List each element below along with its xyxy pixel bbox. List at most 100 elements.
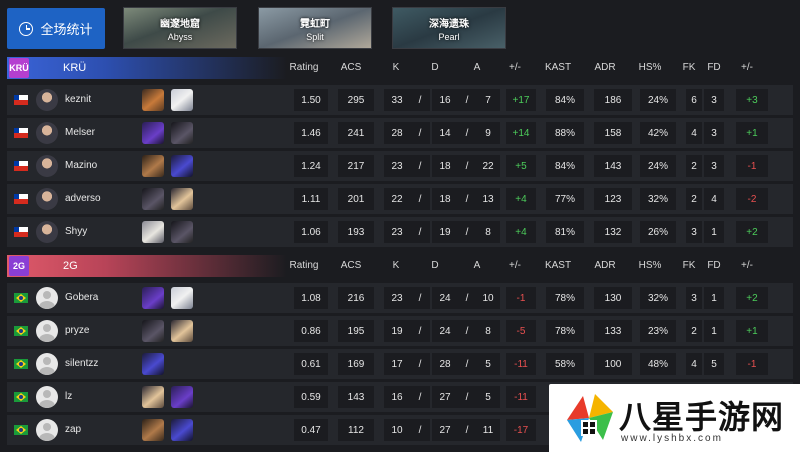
stat-slash2: / [458,221,476,243]
brazil-flag-icon [14,359,28,369]
stat-pm: -17 [506,419,536,441]
stat-acs: 295 [338,89,374,111]
map-tab-pearl[interactable]: 深海遗珠 Pearl [392,7,506,49]
player-avatar [36,188,58,210]
stat-a: 22 [476,155,500,177]
stat-fd: 5 [704,353,724,375]
stat-k: 17 [384,353,410,375]
stat-kast: 81% [546,221,584,243]
agent-icon [171,188,193,210]
stat-rating: 1.08 [294,287,328,309]
player-row[interactable]: Melser 1.46 241 28/14/9 +14 88% 158 42% 4 3 +1 [7,118,793,148]
column-header: K [392,260,400,271]
watermark-url: www.lyshbx.com [621,433,723,444]
stat-slash1: / [410,89,430,111]
player-name[interactable]: Melser [65,127,95,138]
chile-flag-icon [14,194,28,204]
player-name[interactable]: lz [65,391,72,402]
brazil-flag-icon [14,425,28,435]
player-name[interactable]: adverso [65,193,101,204]
stat-k: 33 [384,89,410,111]
map-tab-abyss[interactable]: 幽邃地窟 Abyss [123,7,237,49]
player-row[interactable]: pryze 0.86 195 19/24/8 -5 78% 133 23% 2 1 +1 [7,316,793,346]
stat-rating: 0.59 [294,386,328,408]
player-row[interactable]: keznit 1.50 295 33/16/7 +17 84% 186 24% 6 3 +3 [7,85,793,115]
stat-rating: 1.11 [294,188,328,210]
stat-fk: 6 [686,89,702,111]
top-bar: 全场统计 幽邃地窟 Abyss 霓虹町 Split 深海遗珠 Pearl [0,0,800,56]
stat-slash2: / [458,320,476,342]
player-name[interactable]: Shyy [65,226,87,237]
stat-pm: -1 [506,287,536,309]
stat-k: 22 [384,188,410,210]
column-header: FK [682,62,696,73]
chile-flag-icon [14,161,28,171]
stat-fd: 3 [704,122,724,144]
player-avatar [36,353,58,375]
player-name[interactable]: Gobera [65,292,98,303]
column-header: A [473,62,481,73]
player-row[interactable]: adverso 1.11 201 22/18/13 +4 77% 123 32% 2 4 -2 [7,184,793,214]
clock-icon [19,21,34,36]
stat-fpm: +1 [736,122,768,144]
player-row[interactable]: Shyy 1.06 193 23/19/8 +4 81% 132 26% 3 1 +2 [7,217,793,247]
stat-rating: 0.47 [294,419,328,441]
stat-pm: -11 [506,386,536,408]
column-header: ACS [340,62,362,73]
agent-icon [142,221,164,243]
column-header: KAST [544,260,572,271]
chile-flag-icon [14,95,28,105]
stat-adr: 143 [594,155,632,177]
column-header: HS% [638,260,662,271]
player-name[interactable]: Mazino [65,160,97,171]
stat-a: 5 [476,386,500,408]
stat-slash2: / [458,155,476,177]
column-header: +/- [509,62,521,73]
stat-fpm: +1 [736,320,768,342]
stat-acs: 201 [338,188,374,210]
column-header: D [431,260,439,271]
stat-slash1: / [410,353,430,375]
stat-fd: 4 [704,188,724,210]
stat-rating: 0.61 [294,353,328,375]
stat-k: 23 [384,221,410,243]
agent-icon [171,287,193,309]
column-header: +/- [741,62,753,73]
stat-fk: 3 [686,287,702,309]
column-header: HS% [638,62,662,73]
column-header: KAST [544,62,572,73]
team-logo-text: KRÜ [9,63,29,73]
player-avatar [36,89,58,111]
stat-d: 16 [432,89,458,111]
overall-stats-label: 全场统计 [40,22,93,37]
player-row[interactable]: Mazino 1.24 217 23/18/22 +5 84% 143 24% 2 3 -1 [7,151,793,181]
stat-slash1: / [410,188,430,210]
stat-fk: 2 [686,188,702,210]
column-header: Rating [289,260,319,271]
stat-hs: 48% [640,353,676,375]
map-tab-split[interactable]: 霓虹町 Split [258,7,372,49]
stat-a: 9 [476,122,500,144]
stat-fk: 2 [686,320,702,342]
agent-icon [171,419,193,441]
stat-fpm: +2 [736,221,768,243]
stat-slash1: / [410,221,430,243]
player-name[interactable]: pryze [65,325,89,336]
stat-slash2: / [458,353,476,375]
column-header: +/- [509,260,521,271]
player-row[interactable]: Gobera 1.08 216 23/24/10 -1 78% 130 32% 3 1 +2 [7,283,793,313]
stat-k: 10 [384,419,410,441]
player-name[interactable]: zap [65,424,81,435]
player-name[interactable]: silentzz [65,358,98,369]
player-name[interactable]: keznit [65,94,91,105]
stat-hs: 42% [640,122,676,144]
player-row[interactable]: silentzz 0.61 169 17/28/5 -11 58% 100 48% 4 5 -1 [7,349,793,379]
agent-icon [142,287,164,309]
stat-a: 8 [476,221,500,243]
stat-kast: 78% [546,287,584,309]
agent-icon [171,386,193,408]
overall-stats-button[interactable]: 全场统计 [7,8,105,49]
stat-d: 27 [432,386,458,408]
column-header: ACS [340,260,362,271]
stat-a: 5 [476,353,500,375]
